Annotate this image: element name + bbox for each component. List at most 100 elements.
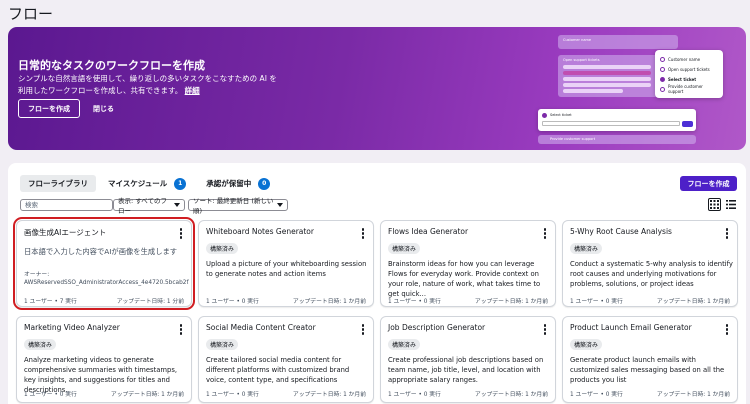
more-options-icon[interactable] xyxy=(179,228,183,240)
banner-title: 日常的なタスクのワークフローを作成 xyxy=(18,59,205,72)
flow-card-usage: 1 ユーザー • 0 実行 xyxy=(388,299,441,305)
illustration-go-button xyxy=(682,121,693,127)
illustration-panel-middle-label: Open support tickets xyxy=(563,58,600,62)
illustration-panel-bottom: Provide customer support xyxy=(538,135,696,144)
flow-card-usage: 1 ユーザー • 0 実行 xyxy=(206,299,259,305)
illustration-panel-bottom-label: Provide customer support xyxy=(550,137,596,141)
owner-value: AWSReservedSSO_AdministratorAccess_4e472… xyxy=(24,280,189,286)
flow-library-panel: フローライブラリ マイスケジュール 1 承認が保留中 0 フローを作成 表示: すべ… xyxy=(8,163,746,404)
count-badge: 0 xyxy=(258,177,271,190)
flow-card-description: Brainstorm ideas for how you can leverag… xyxy=(388,260,541,298)
flow-card-updated: アップデート日時: 1 か月前 xyxy=(292,299,366,305)
owner-label: オーナー: xyxy=(24,272,50,278)
illustration-bar xyxy=(563,65,651,69)
illustration-bar-accent xyxy=(563,71,651,75)
prebuilt-tag: 構築済み xyxy=(570,339,603,350)
flow-card-updated: アップデート日時: 1 か月前 xyxy=(656,299,730,305)
flow-card-footer: 1 ユーザー • 0 実行 アップデート日時: 1 か月前 xyxy=(206,389,366,398)
flow-card[interactable]: Job Description Generator 構築済み Create pr… xyxy=(380,316,556,403)
flow-card-footer: 1 ユーザー • 0 実行 アップデート日時: 1 か月前 xyxy=(570,296,730,305)
flow-card-title: 5-Why Root Cause Analysis xyxy=(570,227,672,236)
radio-icon xyxy=(660,66,665,72)
flow-card-updated: アップデート日時: 1 か月前 xyxy=(474,299,548,305)
intro-banner: 日常的なタスクのワークフローを作成 シンプルな自然言語を使用して、繰り返しの多い… xyxy=(8,27,746,150)
show-filter-select[interactable]: 表示: すべてのフロー xyxy=(113,197,185,215)
list-view-icon[interactable] xyxy=(725,199,736,210)
illustration-panel-top-label: Customer name xyxy=(563,38,592,42)
radio-icon xyxy=(660,56,665,62)
flow-card-usage: 1 ユーザー • 0 実行 xyxy=(24,392,77,398)
flow-card-description: Create professional job descriptions bas… xyxy=(388,356,544,384)
illustration-bar xyxy=(563,89,623,93)
tab-label: 承認が保留中 xyxy=(206,179,252,188)
illustration-option-card: Customer name Open support tickets Selec… xyxy=(655,50,723,98)
illustration-option-label: Select ticket xyxy=(668,76,697,82)
prebuilt-tag: 構築済み xyxy=(206,339,239,350)
flow-card-usage: 1 ユーザー • 0 実行 xyxy=(570,392,623,398)
flow-card-title: Marketing Video Analyzer xyxy=(24,323,120,332)
select-value: 表示: すべてのフロー xyxy=(118,197,168,215)
flow-card-title: Job Description Generator xyxy=(388,323,486,332)
tab-my-schedules[interactable]: マイスケジュール 1 xyxy=(100,175,194,192)
illustration-option: Provide customer support xyxy=(660,84,718,94)
prebuilt-tag: 構築済み xyxy=(206,243,239,254)
prebuilt-tag: 構築済み xyxy=(388,339,421,350)
tab-label: マイスケジュール xyxy=(108,179,168,188)
flow-card-footer: 1 ユーザー • 0 実行 アップデート日時: 1 か月前 xyxy=(388,296,548,305)
illustration-bar xyxy=(563,83,651,87)
banner-create-flow-button[interactable]: フローを作成 xyxy=(18,99,80,118)
flow-card-footer: 1 ユーザー • 0 実行 アップデート日時: 1 か月前 xyxy=(570,389,730,398)
illustration-option-label: Provide customer support xyxy=(668,84,703,94)
more-options-icon[interactable] xyxy=(179,324,183,336)
radio-selected-icon xyxy=(660,76,665,82)
more-options-icon[interactable] xyxy=(361,228,365,240)
learn-more-link[interactable]: 詳細 xyxy=(185,86,200,95)
tab-flow-library[interactable]: フローライブラリ xyxy=(20,175,96,192)
flow-card-footer: 1 ユーザー • 0 実行 アップデート日時: 1 か月前 xyxy=(388,389,548,398)
more-options-icon[interactable] xyxy=(543,324,547,336)
flow-card-usage: 1 ユーザー • 0 実行 xyxy=(388,392,441,398)
radio-selected-icon xyxy=(542,113,547,118)
banner-close-button[interactable]: 閉じる xyxy=(93,104,114,114)
illustration-option-label: Open support tickets xyxy=(668,66,710,72)
prebuilt-tag: 構築済み xyxy=(388,243,421,254)
banner-description-text: シンプルな自然言語を使用して、繰り返しの多いタスクをこなすための AI を利用し… xyxy=(18,74,277,95)
flow-card-title: Whiteboard Notes Generator xyxy=(206,227,314,236)
flow-card-title: Product Launch Email Generator xyxy=(570,323,692,332)
create-flow-button[interactable]: フローを作成 xyxy=(680,176,737,191)
page-title: フロー xyxy=(8,5,54,23)
more-options-icon[interactable] xyxy=(543,228,547,240)
flow-card[interactable]: Flows Idea Generator 構築済み Brainstorm ide… xyxy=(380,220,556,307)
flow-card-description: Upload a picture of your whiteboarding s… xyxy=(206,260,367,278)
flow-card[interactable]: Social Media Content Creator 構築済み Create… xyxy=(198,316,374,403)
flow-card[interactable]: 5-Why Root Cause Analysis 構築済み Conduct a… xyxy=(562,220,738,307)
flow-card-owner: オーナー: AWSReservedSSO_AdministratorAccess… xyxy=(24,271,189,287)
radio-icon xyxy=(660,86,665,92)
flow-card-usage: 1 ユーザー • 7 実行 xyxy=(24,299,77,305)
flow-card-footer: 1 ユーザー • 7 実行 アップデート日時: 1 分前 xyxy=(24,296,184,305)
flow-card[interactable]: Whiteboard Notes Generator 構築済み Upload a… xyxy=(198,220,374,307)
more-options-icon[interactable] xyxy=(725,228,729,240)
more-options-icon[interactable] xyxy=(725,324,729,336)
flow-card-usage: 1 ユーザー • 0 実行 xyxy=(206,392,259,398)
search-input[interactable] xyxy=(20,199,113,211)
flow-card[interactable]: Product Launch Email Generator 構築済み Gene… xyxy=(562,316,738,403)
more-options-icon[interactable] xyxy=(361,324,365,336)
flow-card-description: 日本語で入力した内容でAIが画像を生成します xyxy=(24,247,178,256)
flow-card-title: Social Media Content Creator xyxy=(206,323,316,332)
flow-card[interactable]: Marketing Video Analyzer 構築済み Analyze ma… xyxy=(16,316,192,403)
sort-select[interactable]: ソート: 最終更新日 (新しい順) xyxy=(188,197,288,215)
flow-card-updated: アップデート日時: 1 か月前 xyxy=(474,392,548,398)
illustration-option-selected: Select ticket xyxy=(660,74,718,84)
illustration-panel-top: Customer name xyxy=(558,35,678,49)
illustration-option: Customer name xyxy=(660,54,718,64)
grid-view-icon[interactable] xyxy=(708,198,721,211)
tab-label: フローライブラリ xyxy=(28,179,88,188)
flow-card[interactable]: 画像生成AIエージェント 日本語で入力した内容でAIが画像を生成します オーナー… xyxy=(13,217,195,310)
view-toggle xyxy=(708,198,736,211)
flow-card-footer: 1 ユーザー • 0 実行 アップデート日時: 1 か月前 xyxy=(206,296,366,305)
flow-card-footer: 1 ユーザー • 0 実行 アップデート日時: 1 か月前 xyxy=(24,389,184,398)
flow-card-updated: アップデート日時: 1 か月前 xyxy=(292,392,366,398)
tab-pending-approval[interactable]: 承認が保留中 0 xyxy=(198,175,278,192)
caret-down-icon xyxy=(277,203,283,207)
